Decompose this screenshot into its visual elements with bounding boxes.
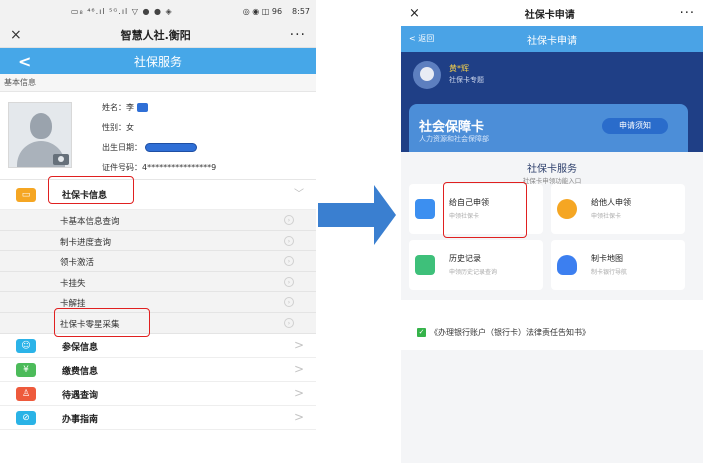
page-footer (401, 350, 703, 463)
page-title: 社保卡申请 (527, 36, 577, 47)
name-row: 姓名：李 (102, 102, 148, 113)
clock: 8:57 (292, 6, 310, 16)
chevron-right-icon: › (284, 256, 294, 267)
chevron-right-icon: > (293, 409, 304, 424)
card-info-list: 卡基本信息查询 › 制卡进度查询 › 领卡激活 › 卡挂失 › 卡解挂 › 社保卡零星采集… (0, 210, 316, 334)
chevron-right-icon: › (284, 235, 294, 246)
menu-item-label: 待遇查询 (62, 390, 99, 401)
user-name: 黄*辉 (449, 64, 469, 73)
chevron-right-icon: > (293, 361, 304, 376)
social-security-card: 社会保障卡 人力资源和社会保障部 申请须知 (409, 104, 688, 152)
calendar-icon (415, 199, 435, 219)
birth-row: 出生日期： (102, 142, 197, 153)
avatar[interactable] (8, 102, 72, 168)
chevron-down-icon[interactable]: ﹀ (294, 185, 304, 200)
close-icon[interactable]: × (409, 6, 420, 21)
agreement-link[interactable]: 《办理银行账户（银行卡）法律责任告知书》 (430, 327, 590, 338)
list-item[interactable]: 卡解挂 › (0, 292, 316, 313)
chevron-right-icon: › (284, 276, 294, 287)
list-item-label: 卡挂失 (60, 278, 86, 289)
signal-indicators: ▭₈ ⁴⁶.ıl ⁵ᴳ.ıl ▽ ● ● ◈ (70, 6, 173, 16)
flow-arrow (318, 185, 396, 245)
back-icon[interactable]: < (18, 52, 31, 71)
card-icon: ▭ (16, 188, 36, 202)
menu-item-guide[interactable]: ⊘ 办事指南 > (0, 405, 316, 430)
page-title: 社保服务 (133, 54, 182, 69)
avatar (413, 61, 441, 89)
tile-title: 制卡地图 (591, 254, 623, 263)
window-title: 社保卡申请 (524, 9, 575, 21)
menu-item-label: 缴费信息 (62, 366, 99, 377)
chevron-right-icon: › (284, 317, 294, 328)
menu-item-label: 办事指南 (62, 414, 99, 425)
chevron-right-icon: > (293, 337, 304, 352)
id-row: 证件号码：4****************9 (102, 163, 217, 172)
person-icon: ☺ (16, 338, 36, 353)
tile-subtitle: 制卡银行导航 (591, 269, 628, 276)
list-item[interactable]: 卡基本信息查询 › (0, 210, 316, 231)
menu-item-payment[interactable]: ¥ 缴费信息 > (0, 357, 316, 382)
list-item[interactable]: 社保卡零星采集 › (0, 313, 316, 334)
app-title-bar: × 智慧人社.衡阳 ··· (0, 22, 316, 48)
map-icon (557, 255, 577, 275)
list-item-label: 制卡进度查询 (60, 237, 112, 248)
menu-item-benefits[interactable]: ♙ 待遇查询 > (0, 381, 316, 406)
close-icon[interactable]: × (10, 27, 22, 43)
gender-row: 性别：女 (102, 123, 134, 132)
birth-label: 出生日期： (102, 143, 142, 152)
chevron-right-icon: › (284, 215, 294, 225)
coin-icon: ¥ (16, 362, 36, 377)
window-title: 智慧人社.衡阳 (120, 28, 191, 42)
list-item[interactable]: 卡挂失 › (0, 272, 316, 293)
menu-item-label: 参保信息 (62, 342, 99, 353)
more-icon[interactable]: ··· (680, 6, 695, 21)
list-item[interactable]: 领卡激活 › (0, 251, 316, 272)
card-subtitle: 人力资源和社会保障部 (419, 135, 489, 143)
tile-apply-others[interactable]: 给他人申领 申领社保卡 (551, 184, 685, 234)
benefit-icon: ♙ (16, 386, 36, 401)
app-title-bar: × 社保卡申请 ··· (401, 0, 703, 26)
tile-subtitle: 申领社保卡 (591, 213, 622, 220)
user-subtitle: 社保卡专题 (449, 76, 484, 84)
card-title: 社会保障卡 (419, 120, 485, 135)
user-banner: 黄*辉 社保卡专题 (401, 52, 703, 98)
add-person-icon (557, 199, 577, 219)
name-label: 姓名：李 (102, 103, 134, 112)
tile-subtitle: 申领历史记录查询 (449, 269, 498, 276)
redaction-mark (136, 103, 148, 112)
tile-title: 给他人申领 (591, 198, 631, 207)
tile-title: 历史记录 (449, 254, 481, 263)
chevron-right-icon: › (284, 297, 294, 308)
tile-card-map[interactable]: 制卡地图 制卡银行导航 (551, 240, 685, 290)
list-item-label: 卡基本信息查询 (60, 217, 120, 227)
services-title: 社保卡服务 (527, 164, 577, 175)
list-item-label: 领卡激活 (60, 258, 95, 269)
left-phone-screen: ▭₈ ⁴⁶.ıl ⁵ᴳ.ıl ▽ ● ● ◈ ◎ ◉ ◫ 96 8:57 × 智… (0, 0, 316, 463)
history-icon (415, 255, 435, 275)
list-item[interactable]: 制卡进度查询 › (0, 231, 316, 252)
camera-icon[interactable] (53, 154, 69, 165)
page-header: < 社保服务 (0, 48, 316, 74)
basic-info-label: 基本信息 (0, 74, 316, 92)
tile-history[interactable]: 历史记录 申领历史记录查询 (409, 240, 543, 290)
highlight-card-info (48, 176, 134, 204)
chevron-right-icon: > (293, 385, 304, 400)
menu-item-insurance[interactable]: ☺ 参保信息 > (0, 333, 316, 358)
status-icons: ◎ ◉ ◫ 96 (242, 6, 283, 16)
redaction-mark (144, 143, 197, 152)
right-phone-screen: × 社保卡申请 ··· < 返回 社保卡申请 黄*辉 社保卡专题 社会保障卡 人… (401, 0, 703, 463)
agreement-row[interactable]: ✓ 《办理银行账户（银行卡）法律责任告知书》 (417, 327, 590, 338)
page-header: < 返回 社保卡申请 (401, 26, 703, 52)
more-icon[interactable]: ··· (290, 27, 306, 43)
notice-button[interactable]: 申请须知 (602, 118, 668, 134)
card-band: 社会保障卡 人力资源和社会保障部 申请须知 (401, 98, 703, 152)
checkbox-checked-icon[interactable]: ✓ (417, 328, 426, 337)
status-bar: ▭₈ ⁴⁶.ıl ⁵ᴳ.ıl ▽ ● ● ◈ ◎ ◉ ◫ 96 8:57 (0, 0, 316, 22)
compass-icon: ⊘ (16, 410, 36, 425)
highlight-collection (54, 308, 150, 337)
highlight-apply-self (443, 182, 527, 238)
profile-card: 姓名：李 性别：女 出生日期： 证件号码：4****************9 (0, 92, 316, 180)
